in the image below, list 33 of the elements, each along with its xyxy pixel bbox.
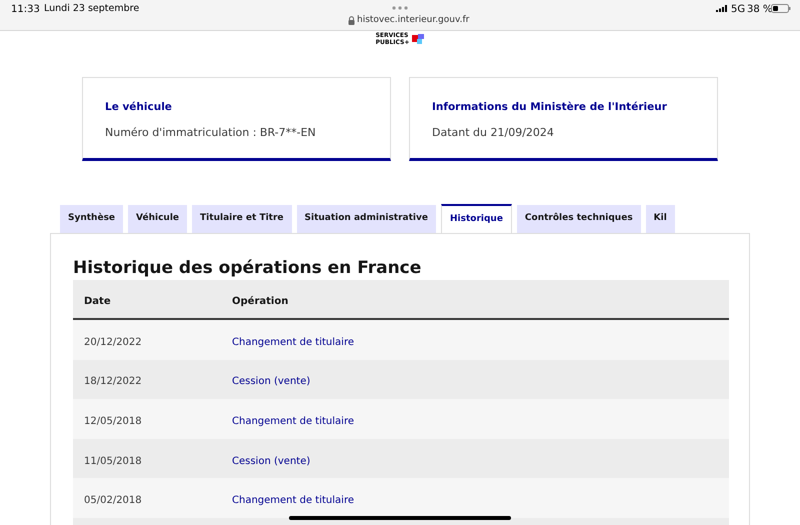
- tab[interactable]: Synthèse: [60, 205, 124, 233]
- operation-link[interactable]: Changement de titulaire: [232, 336, 354, 348]
- tab[interactable]: Historique: [440, 204, 512, 233]
- card-title: Le véhicule: [105, 100, 173, 115]
- network-label: 5G: [731, 3, 746, 17]
- section-title: Historique des opérations en France: [73, 257, 422, 280]
- tab[interactable]: Contrôles techniques: [516, 205, 641, 233]
- card-text: Numéro d'immatriculation : BR-7**-EN: [105, 124, 317, 141]
- table-cell: 20/12/2022: [84, 336, 142, 348]
- table-cell: 12/05/2018: [84, 416, 142, 427]
- column-header: Opération: [232, 296, 288, 307]
- operation-link[interactable]: Cession (vente): [232, 456, 310, 467]
- table-cell: 05/02/2018: [84, 495, 142, 506]
- card-title: Informations du Ministère de l'Intérieur: [432, 100, 668, 115]
- card-text: Datant du 21/09/2024: [432, 124, 555, 141]
- tab[interactable]: Titulaire et Titre: [192, 205, 292, 233]
- url-text[interactable]: histovec.interieur.gouv.fr: [357, 14, 470, 28]
- operation-link[interactable]: Changement de titulaire: [232, 495, 354, 506]
- clock: 11:33: [11, 3, 40, 17]
- column-header: Date: [84, 296, 111, 307]
- tab[interactable]: Véhicule: [128, 205, 188, 233]
- logo-icon: [412, 34, 424, 44]
- date: Lundi 23 septembre: [44, 2, 140, 16]
- tab[interactable]: Situation administrative: [296, 205, 436, 233]
- tab[interactable]: Kil: [646, 205, 675, 233]
- table-cell: 11/05/2018: [84, 456, 142, 467]
- operation-link[interactable]: Cession (vente): [232, 376, 310, 388]
- table-cell: 18/12/2022: [84, 376, 142, 388]
- lock-icon: [348, 16, 355, 25]
- more-icon[interactable]: [392, 6, 408, 10]
- battery-icon: [771, 4, 791, 13]
- signal-icon: [716, 5, 727, 12]
- operation-link[interactable]: Changement de titulaire: [232, 416, 354, 427]
